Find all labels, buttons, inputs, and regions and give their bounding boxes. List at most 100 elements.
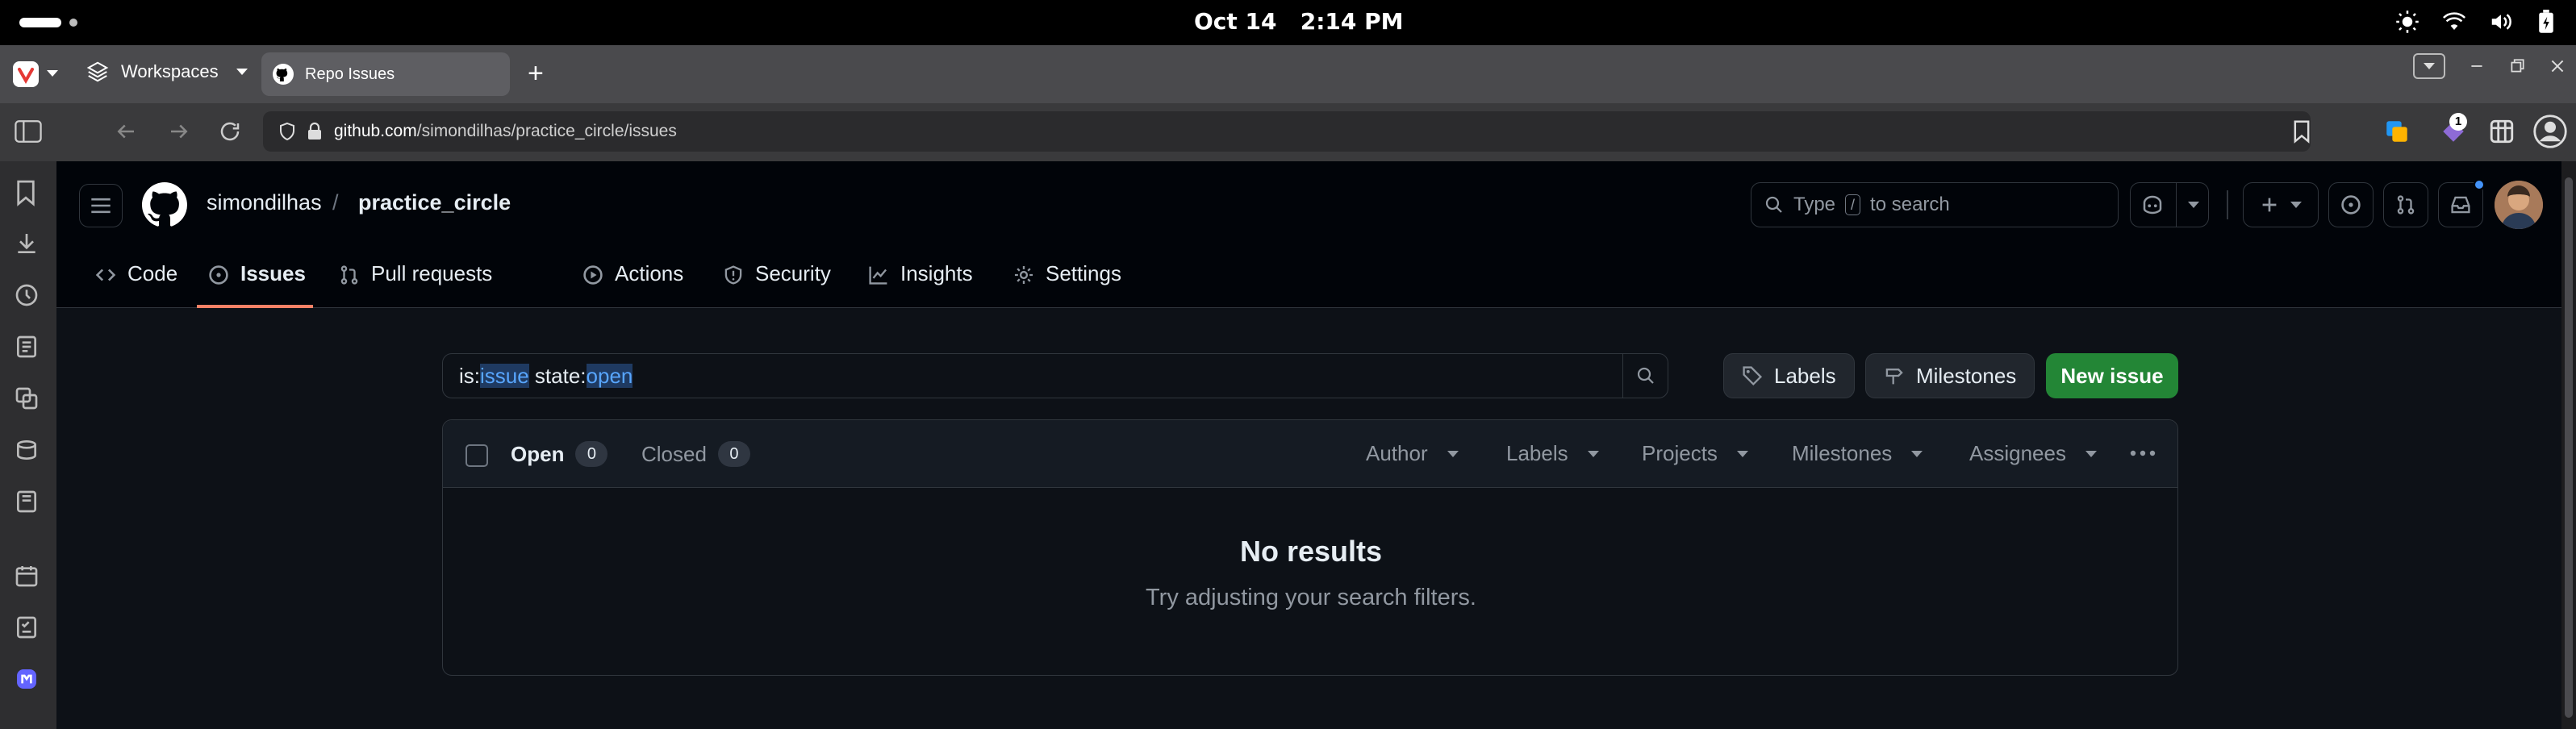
extensions-icon[interactable] (2488, 118, 2515, 145)
tab-pull-requests[interactable]: Pull requests (328, 253, 503, 308)
milestones-filter[interactable]: Milestones (1792, 441, 1923, 466)
back-icon[interactable] (113, 119, 139, 144)
issues-search-button[interactable] (1622, 353, 1668, 398)
os-top-bar: Oct 14 2:14 PM (0, 0, 2576, 45)
notes-panel-icon[interactable] (14, 334, 43, 363)
vivaldi-menu-caret-icon[interactable] (47, 70, 58, 77)
labels-filter-label: Labels (1506, 441, 1568, 465)
tab-actions-label: Actions (615, 261, 684, 285)
mastodon-panel-icon[interactable] (14, 666, 43, 695)
play-icon (582, 261, 603, 285)
browser-side-panel (0, 161, 56, 729)
issues-list-header: Open 0 Closed 0 Author Labels Projects M… (443, 420, 2177, 488)
new-tab-button[interactable]: + (528, 60, 544, 87)
tab-security[interactable]: Security (712, 253, 842, 308)
lock-icon[interactable] (307, 122, 323, 141)
labels-button-label: Labels (1774, 363, 1836, 388)
global-search-input[interactable]: Type / to search (1751, 182, 2119, 227)
vivaldi-menu-icon[interactable] (13, 61, 39, 87)
copilot-caret-icon (2187, 202, 2199, 208)
tab-actions[interactable]: Actions (571, 253, 695, 308)
open-issues-tab[interactable]: Open 0 (511, 441, 608, 467)
projects-filter[interactable]: Projects (1642, 441, 1748, 466)
activities-indicator[interactable] (19, 18, 61, 27)
history-panel-icon[interactable] (14, 282, 43, 311)
copilot-button[interactable] (2130, 182, 2209, 227)
your-issues-button[interactable] (2328, 182, 2374, 227)
hamburger-icon (90, 197, 111, 215)
volume-icon[interactable] (2489, 10, 2513, 34)
github-header: simondilhas / practice_circle Type / to … (56, 161, 2561, 308)
url-path: /simondilhas/practice_circle/issues (416, 122, 677, 140)
tab-list-icon[interactable] (2413, 53, 2445, 79)
workspace-dot (69, 19, 77, 27)
bookmark-icon[interactable] (2293, 119, 2311, 144)
bookmarks-panel-icon[interactable] (14, 179, 43, 208)
site-security-icon[interactable] (278, 122, 297, 141)
workspaces-button[interactable]: Workspaces (86, 60, 248, 84)
tab-issues[interactable]: Issues (197, 253, 313, 308)
extension-translate-icon[interactable] (2383, 118, 2411, 145)
author-filter[interactable]: Author (1366, 441, 1459, 466)
closed-label: Closed (641, 441, 707, 466)
more-options-icon[interactable] (2129, 449, 2156, 457)
breadcrumb-owner[interactable]: simondilhas (207, 190, 322, 215)
tab-code[interactable]: Code (84, 253, 189, 308)
tag-icon (1742, 365, 1763, 386)
select-all-checkbox[interactable] (466, 444, 488, 467)
minimize-icon[interactable] (2468, 57, 2486, 75)
browser-address-row: github.com/simondilhas/practice_circle/i… (0, 103, 2576, 161)
window-panel-icon[interactable] (14, 489, 43, 518)
system-tray[interactable] (2395, 10, 2557, 34)
reload-icon[interactable] (218, 119, 242, 144)
downloads-panel-icon[interactable] (14, 231, 43, 260)
github-logo-icon[interactable] (142, 182, 187, 227)
tab-repo-issues[interactable]: Repo Issues (261, 52, 510, 96)
tab-settings[interactable]: Settings (1002, 253, 1133, 308)
issues-query[interactable]: is:issue state:open (443, 363, 1622, 389)
projects-filter-label: Projects (1642, 441, 1718, 465)
tab-pull-requests-label: Pull requests (371, 261, 493, 285)
empty-state-title: No results (1239, 535, 1383, 568)
battery-icon[interactable] (2536, 10, 2557, 34)
empty-state-subtitle: Try adjusting your search filters. (1146, 585, 1476, 610)
avatar[interactable] (2495, 181, 2543, 229)
calendar-panel-icon[interactable] (14, 563, 43, 592)
reading-list-panel-icon[interactable] (14, 437, 43, 466)
scrollbar-thumb[interactable] (2565, 177, 2573, 718)
labels-button[interactable]: Labels (1723, 353, 1855, 398)
address-bar[interactable]: github.com/simondilhas/practice_circle/i… (263, 111, 2311, 152)
assignees-filter[interactable]: Assignees (1969, 441, 2097, 466)
close-window-icon[interactable] (2549, 57, 2566, 75)
search-suffix: to search (1870, 194, 1950, 215)
labels-filter[interactable]: Labels (1506, 441, 1599, 466)
tab-title: Repo Issues (305, 65, 395, 83)
projects-caret-icon (1736, 450, 1748, 457)
issues-search-input[interactable]: is:issue state:open (442, 353, 1668, 398)
tab-insights-label: Insights (900, 261, 973, 285)
your-pull-requests-button[interactable] (2383, 182, 2428, 227)
maximize-icon[interactable] (2508, 57, 2526, 75)
wifi-icon[interactable] (2442, 10, 2466, 34)
code-icon (95, 261, 116, 285)
plus-icon (2260, 195, 2279, 215)
copilot-icon (2140, 194, 2165, 215)
night-light-icon[interactable] (2395, 10, 2419, 34)
panel-toggle-icon[interactable] (15, 119, 42, 144)
milestones-button[interactable]: Milestones (1865, 353, 2035, 398)
breadcrumb-repo[interactable]: practice_circle (358, 190, 511, 215)
translate-panel-icon[interactable] (14, 385, 43, 414)
profile-icon[interactable] (2533, 115, 2567, 148)
tasks-panel-icon[interactable] (14, 614, 43, 644)
os-date: Oct 14 (1194, 8, 1277, 35)
page-scrollbar[interactable] (2561, 161, 2576, 729)
labels-caret-icon (1587, 450, 1599, 457)
closed-issues-tab[interactable]: Closed 0 (641, 441, 750, 467)
new-issue-button[interactable]: New issue (2046, 353, 2178, 398)
global-menu-button[interactable] (79, 184, 123, 227)
create-new-button[interactable] (2243, 182, 2319, 227)
os-clock[interactable]: Oct 14 2:14 PM (1194, 8, 1404, 35)
tab-insights[interactable]: Insights (857, 253, 984, 308)
forward-icon[interactable] (166, 119, 192, 144)
tab-security-label: Security (755, 261, 831, 285)
